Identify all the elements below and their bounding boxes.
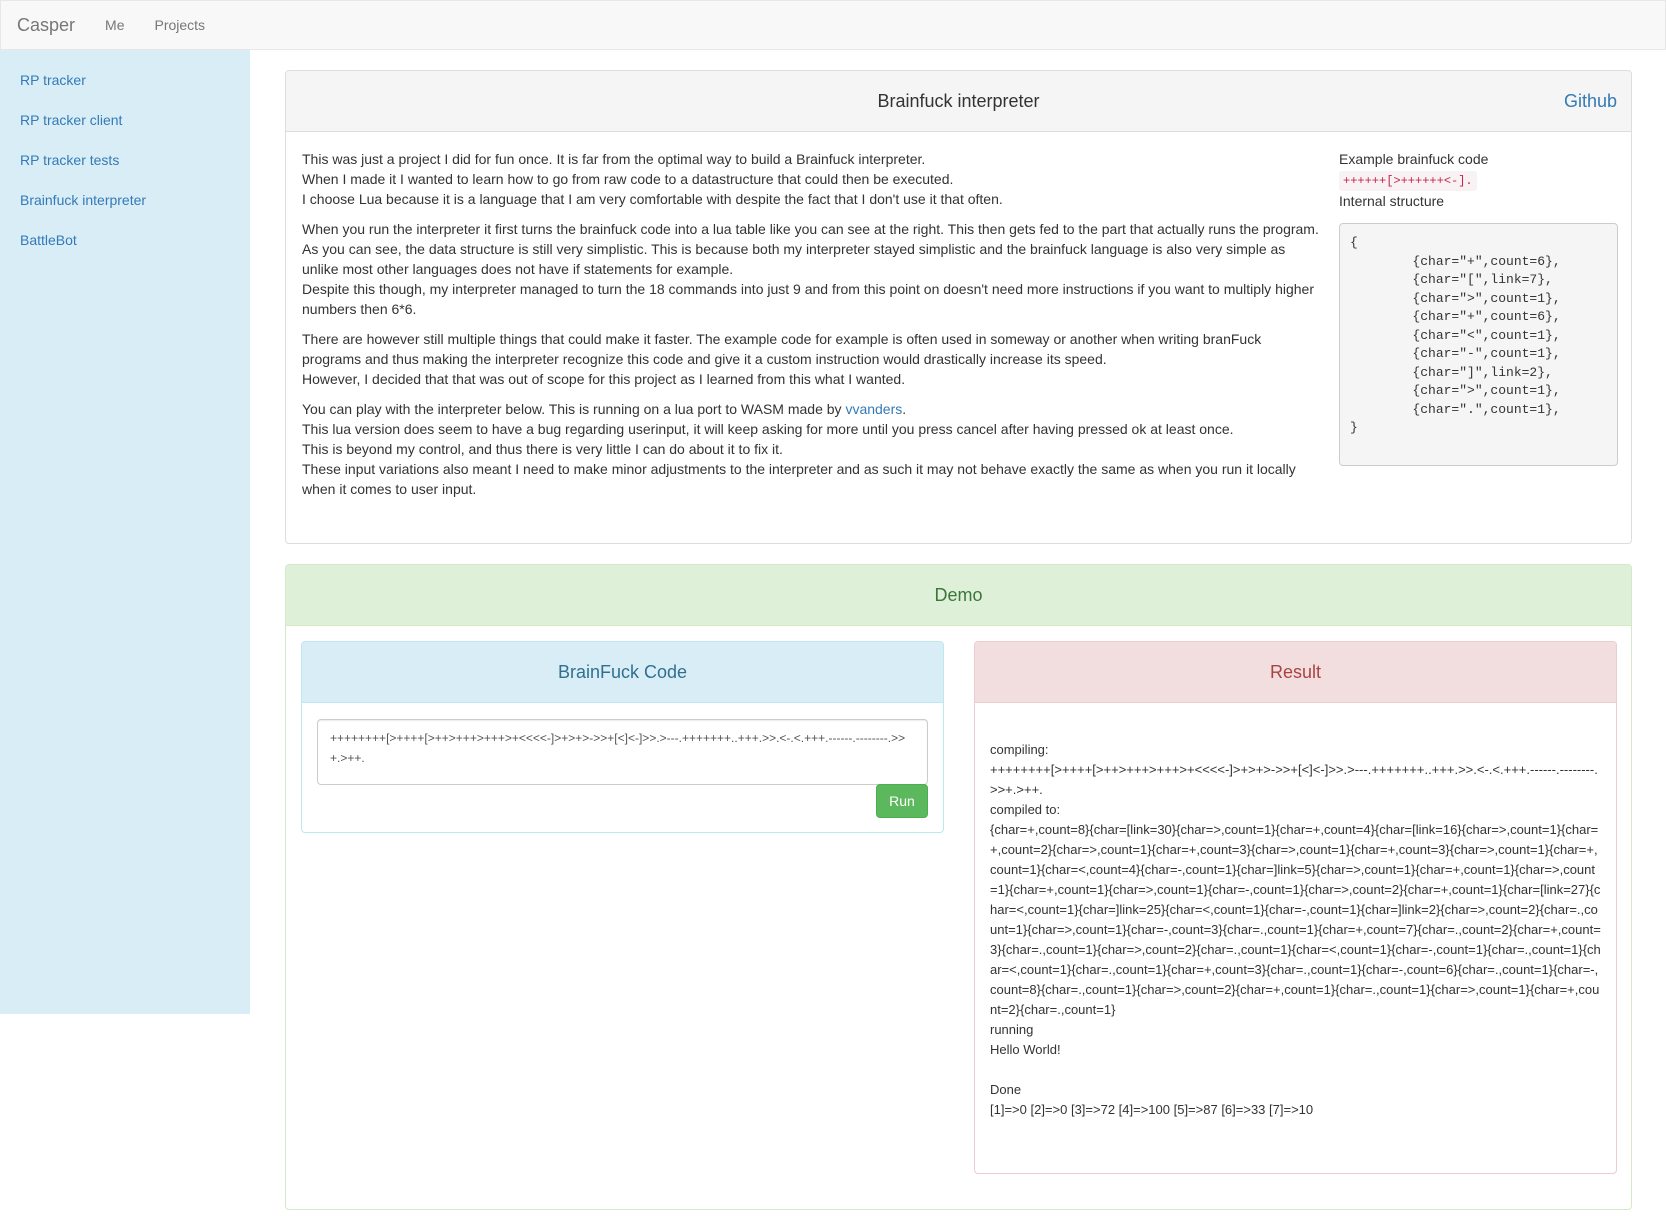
code-panel-heading: BrainFuck Code	[302, 642, 943, 703]
paragraph-line: I choose Lua because it is a language th…	[302, 191, 1003, 207]
internal-structure-label: Internal structure	[1339, 193, 1445, 209]
result-panel: Result compiling: ++++++++[>++++[>++>+++…	[974, 641, 1617, 1174]
result-line: running	[990, 1022, 1034, 1037]
result-line: compiled to:	[990, 802, 1061, 817]
description-paragraph-3: There are however still multiple things …	[302, 329, 1322, 389]
result-line: Hello World!	[990, 1042, 1061, 1057]
vvanders-link[interactable]: vvanders	[845, 401, 902, 417]
paragraph-line: There are however still multiple things …	[302, 331, 1262, 367]
paragraph-line: However, I decided that that was out of …	[302, 371, 906, 387]
paragraph-line: When I made it I wanted to learn how to …	[302, 171, 954, 187]
demo-panel-heading: Demo	[286, 565, 1631, 626]
example-code-label: Example brainfuck code	[1339, 151, 1489, 167]
result-line	[990, 1060, 1602, 1080]
result-line: {char=+,count=8}{char=[link=30}{char=>,c…	[990, 822, 1601, 1017]
paragraph-line: This is beyond my control, and thus ther…	[302, 441, 783, 457]
paragraph-line: You can play with the interpreter below.…	[302, 399, 1322, 419]
result-panel-heading: Result	[975, 642, 1616, 703]
demo-title: Demo	[934, 584, 983, 605]
github-link[interactable]: Github	[1564, 91, 1617, 112]
result-line: [1]=>0 [2]=>0 [3]=>72 [4]=>100 [5]=>87 […	[990, 1102, 1314, 1117]
code-panel-title: BrainFuck Code	[557, 661, 688, 682]
project-panel: Brainfuck interpreter Github This was ju…	[285, 70, 1632, 544]
brainfuck-code-input[interactable]: ++++++++[>++++[>++>+++>+++>+<<<<-]>+>+>-…	[317, 719, 928, 785]
sidebar-item-brainfuck-interpreter[interactable]: Brainfuck interpreter	[0, 180, 250, 220]
paragraph-intro: You can play with the interpreter below.…	[302, 401, 846, 417]
sidebar-item-rp-tracker-client[interactable]: RP tracker client	[0, 100, 250, 140]
result-panel-title: Result	[1269, 661, 1322, 682]
project-title: Brainfuck interpreter	[877, 90, 1040, 111]
demo-panel: Demo BrainFuck Code ++++++++[>++++[>++>+…	[285, 564, 1632, 1210]
nav-link-me[interactable]: Me	[105, 17, 124, 33]
example-section: Example brainfuck code ++++++[>++++++<-]…	[1339, 149, 1618, 466]
description-paragraph-2: When you run the interpreter it first tu…	[302, 219, 1322, 319]
result-line: ++++++++[>++++[>++>+++>+++>+<<<<-]>+>+>-…	[990, 762, 1598, 797]
internal-structure-code: { {char="+",count=6}, {char="[",link=7},…	[1339, 223, 1618, 466]
result-output: compiling: ++++++++[>++++[>++>+++>+++>+<…	[990, 740, 1602, 1120]
paragraph-line: When you run the interpreter it first tu…	[302, 221, 1319, 237]
nav-link-projects[interactable]: Projects	[154, 17, 205, 33]
paragraph-line: Despite this though, my interpreter mana…	[302, 281, 1314, 317]
result-line: compiling:	[990, 742, 1049, 757]
description-paragraph-4: You can play with the interpreter below.…	[302, 399, 1322, 499]
run-button[interactable]: Run	[876, 784, 928, 818]
sidebar-item-battlebot[interactable]: BattleBot	[0, 220, 250, 260]
sidebar: RP tracker RP tracker client RP tracker …	[0, 50, 250, 1014]
paragraph-line: This was just a project I did for fun on…	[302, 151, 926, 167]
example-code: ++++++[>++++++<-].	[1339, 171, 1477, 191]
brand-link[interactable]: Casper	[17, 15, 75, 36]
paragraph-line: This lua version does seem to have a bug…	[302, 421, 1234, 437]
project-description: This was just a project I did for fun on…	[302, 149, 1322, 509]
sidebar-item-rp-tracker[interactable]: RP tracker	[0, 60, 250, 100]
sidebar-item-rp-tracker-tests[interactable]: RP tracker tests	[0, 140, 250, 180]
paragraph-intro-end: .	[902, 401, 907, 417]
result-line: Done	[990, 1082, 1022, 1097]
paragraph-line: These input variations also meant I need…	[302, 461, 1296, 497]
description-paragraph-1: This was just a project I did for fun on…	[302, 149, 1322, 209]
code-panel: BrainFuck Code ++++++++[>++++[>++>+++>++…	[301, 641, 944, 833]
navbar: Casper Me Projects	[0, 0, 1666, 50]
paragraph-line: As you can see, the data structure is st…	[302, 241, 1286, 277]
project-panel-heading: Brainfuck interpreter Github	[286, 71, 1631, 132]
